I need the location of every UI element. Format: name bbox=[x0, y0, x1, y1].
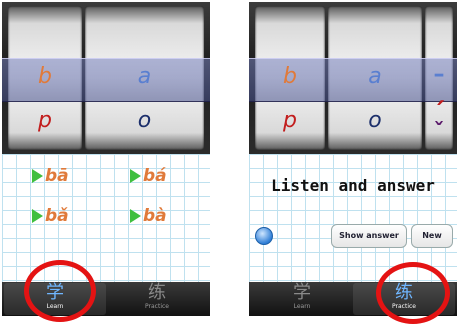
replay-icon[interactable] bbox=[255, 227, 273, 245]
practice-grid: Listen and answer Show answer New bbox=[249, 154, 457, 282]
play-icon bbox=[32, 209, 43, 223]
syllable-item[interactable]: bá bbox=[130, 166, 167, 186]
final-next: o bbox=[368, 108, 382, 133]
show-answer-button[interactable]: Show answer bbox=[331, 224, 407, 248]
tab-learn[interactable]: 学 Learn bbox=[251, 283, 353, 315]
final-selected: a bbox=[137, 64, 152, 89]
initial-next: p bbox=[283, 108, 297, 133]
play-icon bbox=[32, 169, 43, 183]
initial-selected: b bbox=[283, 64, 297, 89]
learn-icon: 学 bbox=[293, 282, 311, 303]
syllable-item[interactable]: bà bbox=[130, 206, 167, 226]
tone-below: ˇ bbox=[433, 120, 445, 145]
listen-prompt: Listen and answer bbox=[271, 176, 435, 195]
syllable-item[interactable]: bǎ bbox=[32, 206, 69, 226]
play-icon bbox=[130, 209, 141, 223]
syllable-item[interactable]: bā bbox=[32, 166, 69, 186]
practice-icon: 练 bbox=[148, 282, 166, 303]
initial-next: p bbox=[38, 108, 52, 133]
tab-practice[interactable]: 练 Practice bbox=[106, 283, 208, 315]
highlight-ring-learn bbox=[24, 260, 96, 322]
highlight-ring-practice bbox=[376, 262, 450, 324]
new-button[interactable]: New bbox=[411, 224, 453, 248]
tab-label: Learn bbox=[293, 303, 311, 310]
pinyin-picker[interactable]: b a p o bbox=[2, 2, 210, 154]
syllable-grid: bā bá bǎ bà bbox=[2, 154, 210, 282]
tone-selected: – bbox=[433, 62, 445, 87]
tab-label: Practice bbox=[145, 303, 169, 310]
pinyin-picker[interactable]: b a – p o ˊ ˇ bbox=[249, 2, 457, 154]
initial-selected: b bbox=[38, 64, 52, 89]
final-selected: a bbox=[368, 64, 382, 89]
play-icon bbox=[130, 169, 141, 183]
final-next: o bbox=[137, 108, 152, 133]
